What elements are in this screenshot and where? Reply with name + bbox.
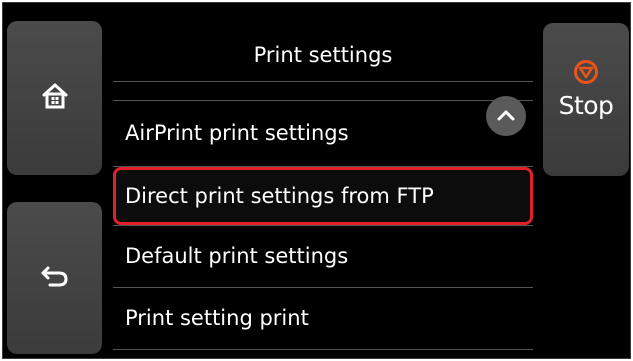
printer-panel-screen: Stop Print settings AirPrint print setti… xyxy=(2,2,631,359)
list-divider xyxy=(113,100,533,101)
back-arrow-icon xyxy=(40,264,70,292)
title-divider xyxy=(113,81,533,82)
stop-label: Stop xyxy=(558,91,614,120)
menu-item-label: Print setting print xyxy=(125,306,309,330)
home-icon xyxy=(40,81,70,115)
page-title: Print settings xyxy=(253,43,393,67)
home-button[interactable] xyxy=(7,21,102,175)
menu-item-label: Default print settings xyxy=(125,244,349,268)
back-button[interactable] xyxy=(7,202,102,354)
list-divider xyxy=(113,225,533,226)
menu-item-airprint[interactable]: AirPrint print settings xyxy=(113,104,533,162)
menu-item-default[interactable]: Default print settings xyxy=(113,227,533,285)
menu-item-direct-ftp[interactable]: Direct print settings from FTP xyxy=(113,167,533,225)
menu-item-label: AirPrint print settings xyxy=(125,121,349,145)
stop-icon xyxy=(573,59,599,89)
list-divider xyxy=(113,349,533,350)
stop-button[interactable]: Stop xyxy=(543,23,629,176)
menu-item-setting-print[interactable]: Print setting print xyxy=(113,289,533,347)
menu-item-label: Direct print settings from FTP xyxy=(125,184,434,208)
list-divider xyxy=(113,287,533,288)
